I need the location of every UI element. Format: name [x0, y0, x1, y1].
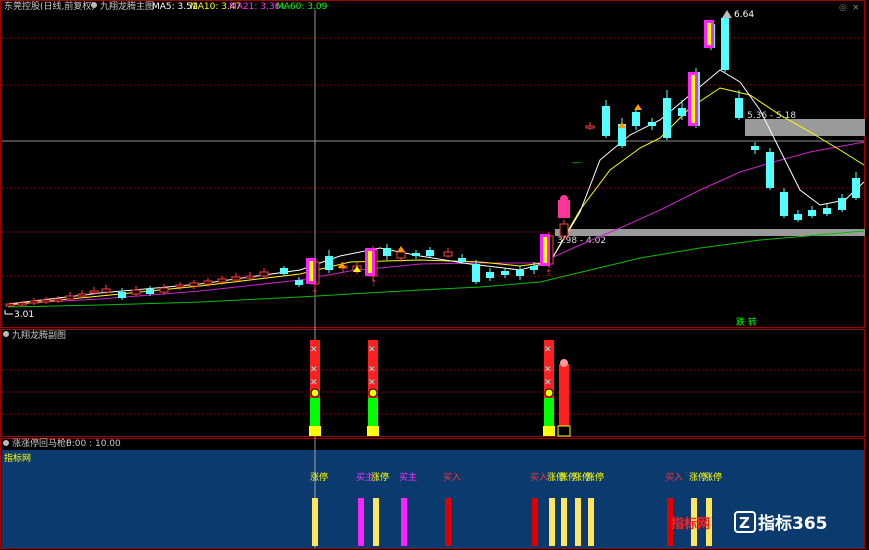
candle[interactable] [766, 148, 774, 190]
brand-watermark-text: 指标365 [758, 513, 828, 534]
mid-signal-column: ✕ ✕ ✕ [309, 340, 321, 436]
close-icon[interactable]: × [852, 3, 860, 13]
svg-text:买入: 买入 [530, 472, 548, 483]
svg-text:✕: ✕ [368, 345, 376, 355]
svg-text:买入: 买入 [443, 472, 461, 483]
svg-text:涨停: 涨停 [371, 471, 389, 483]
high-price-label: 6.64 [734, 10, 754, 20]
svg-text:✕: ✕ [310, 345, 318, 355]
svg-text:✕: ✕ [310, 378, 318, 388]
mid-indicator-dot-icon[interactable] [3, 331, 9, 337]
mid-panel-title: 九翔龙腾副图 [12, 329, 66, 341]
limit-up-candle[interactable] [704, 20, 714, 48]
main-title: 东莞控股(日线,前复权) [4, 0, 95, 12]
horizontal-dash: — [572, 158, 581, 168]
svg-text:✕: ✕ [544, 345, 552, 355]
low-price-label: 3.01 [14, 310, 34, 320]
svg-text:⇡: ⇡ [370, 279, 378, 289]
mid-panel[interactable] [0, 329, 865, 437]
svg-text:✕: ✕ [544, 365, 552, 375]
indicator-dot-icon[interactable] [91, 2, 97, 8]
low-panel-title: 涨涨停回马枪F [12, 437, 71, 449]
limit-up-candle[interactable] [540, 234, 550, 266]
mid-signal-column: ✕ ✕ ✕ [543, 340, 555, 436]
stock-chart-window[interactable]: 东莞控股(日线,前复权) 九翔龙腾主图 MA5: 3.51 MA10: 3.47… [0, 0, 869, 550]
svg-text:✕: ✕ [368, 365, 376, 375]
red-watermark: 指标网 [671, 516, 710, 532]
limit-up-candle[interactable] [306, 258, 316, 284]
svg-text:涨停: 涨停 [586, 471, 604, 483]
zoom-icon[interactable]: ◎ [839, 3, 847, 13]
low-time-range: 0:00 : 10.00 [66, 439, 121, 449]
svg-text:涨停: 涨停 [704, 471, 722, 483]
low-panel-bg [2, 450, 864, 548]
svg-text:✕: ✕ [310, 365, 318, 375]
brand-watermark: Z 指标365 [734, 511, 828, 534]
svg-text:买入: 买入 [665, 472, 683, 483]
candle[interactable] [721, 14, 729, 72]
resistance-zone [745, 119, 865, 136]
pink-signal-head-icon [560, 195, 568, 203]
ma60-readout: MA60: 3.09 [276, 2, 328, 12]
limit-up-candle[interactable] [688, 72, 698, 126]
svg-text:✕: ✕ [544, 378, 552, 388]
low-corner-label: 指标网 [4, 452, 31, 464]
svg-text:✕: ✕ [368, 378, 376, 388]
mid-pending-column [557, 359, 571, 437]
indicator-name: 九翔龙腾主图 [100, 0, 154, 12]
candle[interactable] [780, 188, 788, 218]
svg-text:涨停: 涨停 [310, 471, 328, 483]
low-indicator-dot-icon[interactable] [3, 440, 9, 446]
main-panel[interactable] [0, 0, 865, 328]
mid-signal-column: ✕ ✕ ✕ [367, 340, 379, 436]
ma21-readout: MA21: 3.36 [229, 2, 281, 12]
svg-text:Z: Z [739, 514, 750, 532]
svg-text:⇡: ⇡ [311, 289, 319, 299]
signal-text: 跌 转 [736, 316, 757, 328]
svg-text:⇡: ⇡ [545, 269, 553, 279]
limit-up-candle[interactable] [365, 248, 375, 276]
svg-text:买主: 买主 [399, 471, 417, 483]
